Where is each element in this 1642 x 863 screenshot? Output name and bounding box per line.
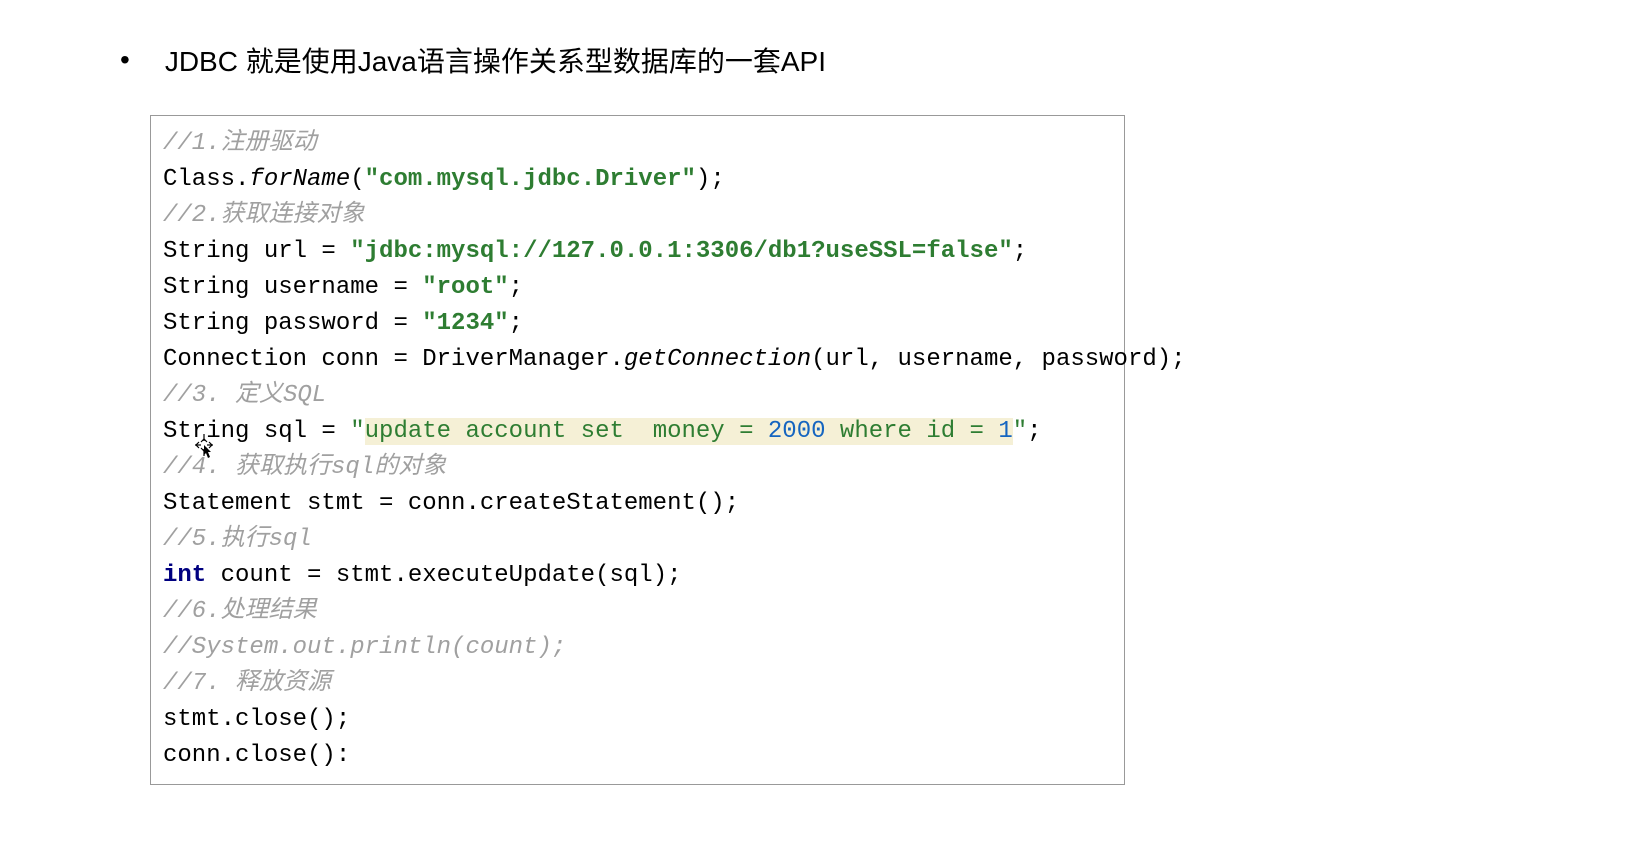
code-stmt: Statement stmt = conn.createStatement(); [163,490,739,517]
comment-7: //7. 释放资源 [163,670,331,697]
code-sql-q1: " [350,418,364,445]
code-paren: ( [350,166,364,193]
code-pass-decl: String password = [163,310,422,337]
code-int: int [163,562,206,589]
heading-row: • JDBC 就是使用Java语言操作关系型数据库的一套API [120,40,1522,80]
code-semi: ; [509,274,523,301]
code-url-str: "jdbc:mysql://127.0.0.1:3306/db1?useSSL=… [350,238,1013,265]
code-sql-where: where id = [826,418,999,445]
code-user-str: "root" [422,274,508,301]
comment-3: //3. 定义SQL [163,382,326,409]
code-pass-str: "1234" [422,310,508,337]
code-sql-1: 1 [998,418,1012,445]
code-semi: ; [1027,418,1041,445]
comment-4: //4. 获取执行sql的对象 [163,454,446,481]
comment-6: //6.处理结果 [163,598,317,625]
code-semi: ; [1013,238,1027,265]
code-conn-args: (url, username, password); [811,346,1185,373]
bullet-icon: • [120,46,130,74]
code-block: //1.注册驱动 Class.forName("com.mysql.jdbc.D… [150,115,1125,785]
code-conn-close: conn.close(): [163,742,350,769]
code-driver-str: "com.mysql.jdbc.Driver" [365,166,696,193]
code-url-decl: String url = [163,238,350,265]
code-sql-q2: " [1013,418,1027,445]
code-user-decl: String username = [163,274,422,301]
code-conn-decl: Connection conn = DriverManager. [163,346,624,373]
code-getconn: getConnection [624,346,811,373]
code-sql-upd: update account set money = [365,418,768,445]
code-end: ); [696,166,725,193]
code-sql-decl: String sql = [163,418,350,445]
comment-2: //2.获取连接对象 [163,202,365,229]
code-class: Class. [163,166,249,193]
comment-6b: //System.out.println(count); [163,634,566,661]
code-forname: forName [249,166,350,193]
code-exec: count = stmt.executeUpdate(sql); [206,562,681,589]
comment-1: //1.注册驱动 [163,130,317,157]
code-semi: ; [509,310,523,337]
code-stmt-close: stmt.close(); [163,706,350,733]
code-sql-2000: 2000 [768,418,826,445]
comment-5: //5.执行sql [163,526,312,553]
heading-text: JDBC 就是使用Java语言操作关系型数据库的一套API [165,40,826,80]
